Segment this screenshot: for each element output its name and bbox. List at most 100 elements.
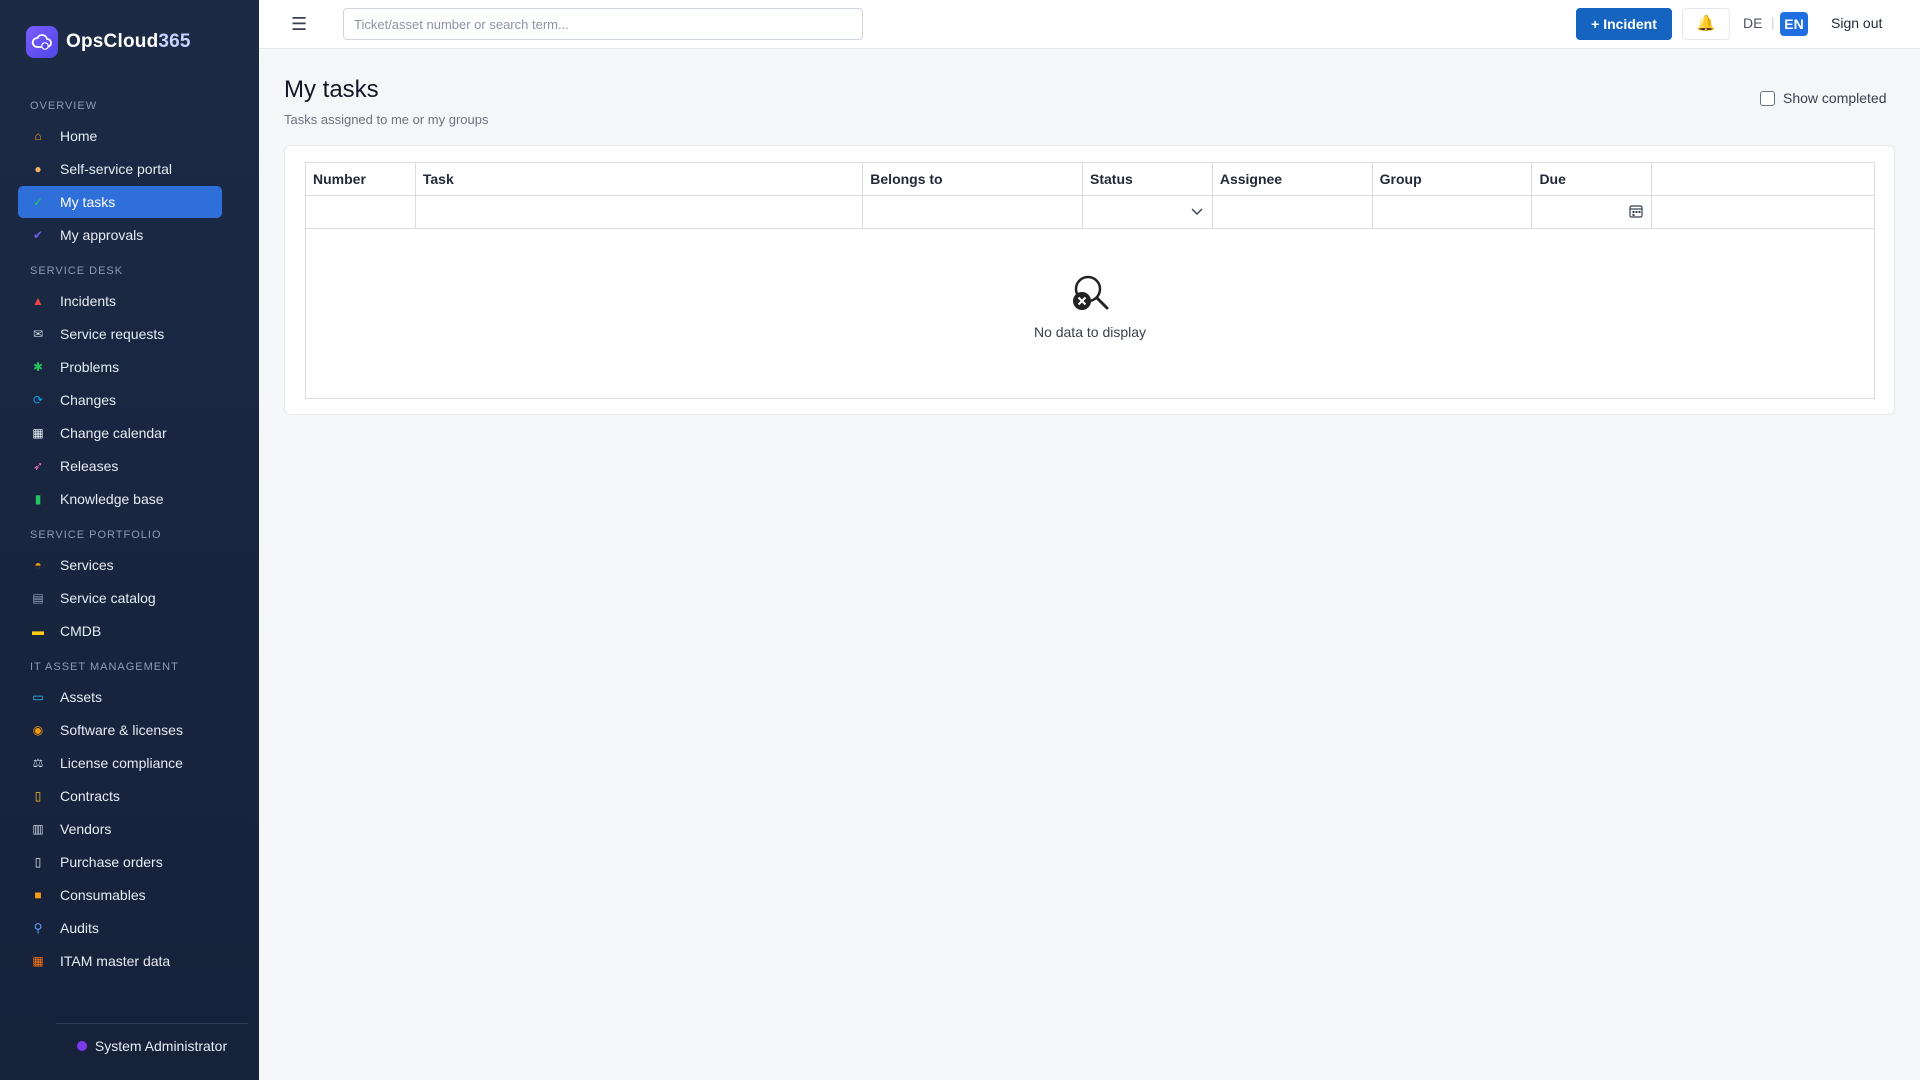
show-completed-toggle[interactable]: Show completed — [1760, 90, 1887, 106]
column-header[interactable]: Due — [1532, 163, 1653, 195]
envelope-icon: ✉ — [32, 327, 44, 341]
sidebar-item-label: Self-service portal — [60, 161, 173, 177]
table-filter-row — [306, 196, 1874, 229]
sidebar-item-label: Home — [60, 128, 98, 144]
sidebar-item-change-calendar[interactable]: ▦ Change calendar — [18, 417, 222, 449]
sidebar-item-service-catalog[interactable]: ▤ Service catalog — [18, 582, 222, 614]
topbar: ☰ + Incident 🔔 DE | EN Sign out — [259, 0, 1920, 49]
folder-icon: ▬ — [32, 624, 44, 638]
refresh-icon: ⟳ — [32, 393, 44, 407]
column-filter[interactable] — [863, 196, 1083, 228]
column-header[interactable]: Status — [1083, 163, 1213, 195]
empty-state-text: No data to display — [1033, 324, 1147, 340]
show-completed-checkbox[interactable] — [1760, 90, 1775, 106]
sidebar-item-services[interactable]: ◓ Services — [18, 549, 222, 581]
calendar-icon[interactable] — [1629, 204, 1643, 223]
sidebar-item-label: Problems — [60, 359, 120, 375]
scales-icon: ⚖ — [32, 756, 44, 770]
column-filter[interactable] — [306, 196, 416, 228]
building-icon: ▥ — [32, 822, 44, 836]
column-header[interactable]: Group — [1373, 163, 1533, 195]
bell-service-icon: ◓ — [34, 558, 42, 572]
sidebar-item-problems[interactable]: ✱ Problems — [18, 351, 222, 383]
sidebar-item-label: ITAM master data — [60, 953, 171, 969]
column-header[interactable]: Number — [306, 163, 416, 195]
hamburger-menu-icon[interactable]: ☰ — [291, 14, 307, 35]
show-completed-label: Show completed — [1783, 90, 1887, 106]
sidebar-item-consumables[interactable]: ■ Consumables — [18, 879, 222, 911]
sign-out-link[interactable]: Sign out — [1831, 15, 1882, 31]
sidebar-item-label: Assets — [60, 689, 103, 705]
new-incident-button[interactable]: + Incident — [1576, 8, 1672, 40]
user-menu[interactable]: System Administrator — [56, 1023, 248, 1054]
section-label: SERVICE PORTFOLIO — [30, 529, 162, 541]
laptop-icon: ▭ — [32, 690, 44, 704]
chevron-down-icon[interactable] — [1190, 204, 1204, 223]
sidebar-item-label: Incidents — [60, 293, 117, 309]
sidebar-nav: OVERVIEW ⌂ Home ● Self-service portal ✓ My tas… — [18, 100, 222, 978]
page-subtitle: Tasks assigned to me or my groups — [284, 112, 489, 127]
column-filter[interactable] — [1083, 196, 1213, 228]
sidebar-item-audits[interactable]: ⚲ Audits — [18, 912, 222, 944]
sidebar-item-releases[interactable]: ➶ Releases — [18, 450, 222, 482]
column-header[interactable]: Belongs to — [863, 163, 1083, 195]
empty-state: No data to display — [306, 273, 1874, 340]
sidebar-item-my-approvals[interactable]: ✔ My approvals — [18, 219, 222, 251]
brand-name: OpsCloud365 — [66, 31, 191, 52]
column-filter[interactable] — [1373, 196, 1533, 228]
column-header[interactable]: Task — [416, 163, 864, 195]
register-icon: ▤ — [32, 591, 44, 605]
section-label: SERVICE DESK — [30, 265, 124, 277]
sidebar-item-label: Contracts — [60, 788, 120, 804]
user-icon — [76, 1041, 87, 1051]
section-label: IT ASSET MANAGEMENT — [30, 661, 179, 673]
sidebar-item-label: Purchase orders — [60, 854, 163, 870]
sidebar-item-contracts[interactable]: ▯ Contracts — [18, 780, 222, 812]
sidebar-item-label: Service catalog — [60, 590, 156, 606]
search-input[interactable] — [343, 8, 863, 40]
brand[interactable]: OpsCloud365 — [26, 26, 191, 58]
scroll-icon: ▯ — [34, 789, 42, 803]
sidebar-item-itam-master-data[interactable]: ▦ ITAM master data — [18, 945, 222, 977]
sidebar-item-home[interactable]: ⌂ Home — [18, 120, 222, 152]
notifications-bell-icon[interactable]: 🔔 — [1682, 8, 1730, 40]
sidebar-item-label: License compliance — [60, 755, 183, 771]
sidebar-item-assets[interactable]: ▭ Assets — [18, 681, 222, 713]
language-de-button[interactable]: DE — [1743, 15, 1762, 31]
language-en-button[interactable]: EN — [1780, 12, 1808, 36]
sidebar-item-cmdb[interactable]: ▬ CMDB — [18, 615, 222, 647]
sidebar-item-label: Knowledge base — [60, 491, 164, 507]
checkmark-icon: ✔ — [32, 228, 44, 242]
sidebar-item-label: My tasks — [60, 194, 116, 210]
sidebar-item-knowledge-base[interactable]: ▮ Knowledge base — [18, 483, 222, 515]
sidebar-item-label: Changes — [60, 392, 117, 408]
column-filter[interactable] — [416, 196, 864, 228]
sidebar-item-incidents[interactable]: ▲ Incidents — [18, 285, 222, 317]
books-icon: ▮ — [34, 492, 42, 506]
bricks-icon: ▦ — [32, 954, 44, 968]
sidebar-item-changes[interactable]: ⟳ Changes — [18, 384, 222, 416]
sidebar-item-license-compliance[interactable]: ⚖ License compliance — [18, 747, 222, 779]
check-box-icon: ✓ — [32, 195, 44, 209]
sidebar-item-purchase-orders[interactable]: ▯ Purchase orders — [18, 846, 222, 878]
person-icon: ● — [34, 162, 42, 176]
column-filter[interactable] — [1652, 196, 1874, 228]
sidebar-item-self-service-portal[interactable]: ● Self-service portal — [18, 153, 222, 185]
sidebar-item-label: Service requests — [60, 326, 165, 342]
sidebar-item-my-tasks[interactable]: ✓ My tasks — [18, 186, 222, 218]
sidebar-item-software-licenses[interactable]: ◉ Software & licenses — [18, 714, 222, 746]
column-header[interactable] — [1652, 163, 1874, 195]
column-filter[interactable] — [1213, 196, 1373, 228]
sidebar-item-label: Releases — [60, 458, 119, 474]
no-results-search-icon — [1069, 273, 1111, 318]
column-header[interactable]: Assignee — [1213, 163, 1373, 195]
siren-icon: ▲ — [32, 294, 44, 308]
sidebar-item-service-requests[interactable]: ✉ Service requests — [18, 318, 222, 350]
sidebar-item-label: Change calendar — [60, 425, 167, 441]
sidebar-item-vendors[interactable]: ▥ Vendors — [18, 813, 222, 845]
sidebar-item-label: Audits — [60, 920, 99, 936]
column-filter[interactable] — [1532, 196, 1653, 228]
puzzle-icon: ✱ — [32, 360, 44, 374]
box-icon: ■ — [34, 888, 42, 902]
disc-icon: ◉ — [32, 723, 44, 737]
